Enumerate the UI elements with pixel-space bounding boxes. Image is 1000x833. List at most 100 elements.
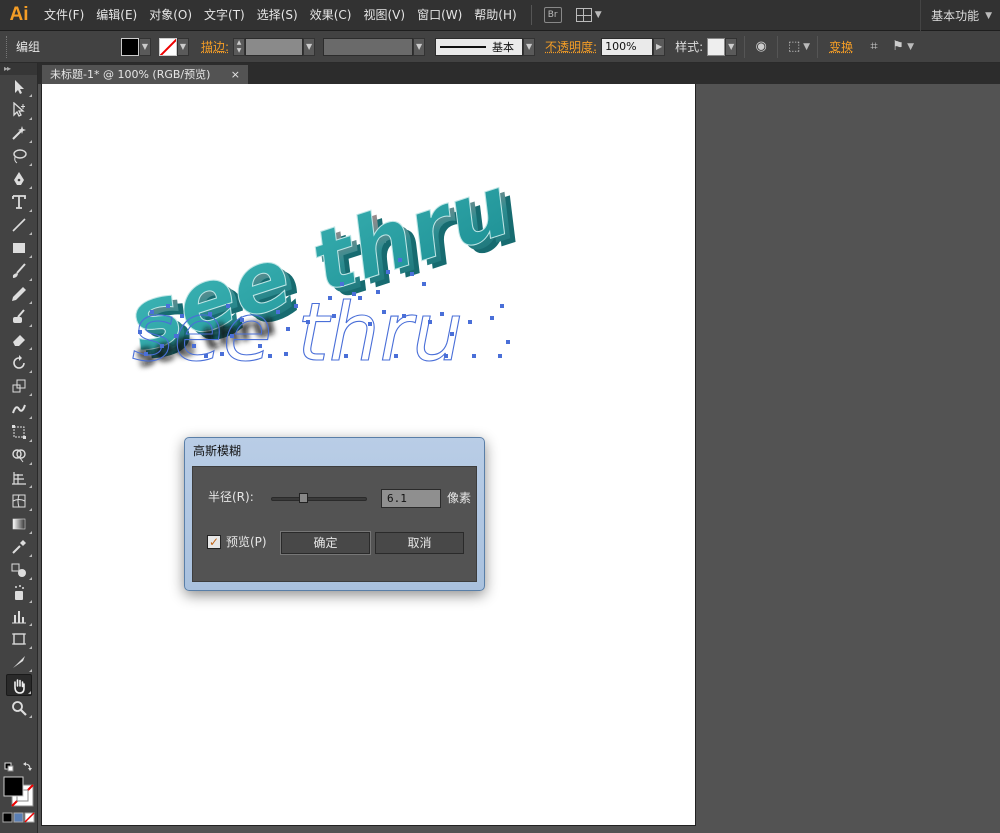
anchor-point[interactable] [226, 304, 230, 308]
anchor-point[interactable] [440, 312, 444, 316]
anchor-point[interactable] [472, 354, 476, 358]
eyedropper-icon[interactable] [6, 536, 32, 558]
mesh-icon[interactable] [6, 490, 32, 512]
fill-swatch[interactable] [121, 37, 139, 56]
align-to-icon[interactable]: ⬚ [785, 38, 803, 56]
color-mode-icon[interactable] [2, 812, 13, 823]
anchor-point[interactable] [410, 272, 414, 276]
anchor-point[interactable] [276, 310, 280, 314]
lasso-icon[interactable] [6, 145, 32, 167]
anchor-point[interactable] [394, 354, 398, 358]
perspective-grid-icon[interactable] [6, 467, 32, 489]
anchor-point[interactable] [160, 344, 164, 348]
anchor-point[interactable] [340, 282, 344, 286]
anchor-point[interactable] [174, 334, 178, 338]
pen-icon[interactable] [6, 168, 32, 190]
anchor-point[interactable] [306, 320, 310, 324]
menu-edit[interactable]: 编辑(E) [90, 0, 143, 31]
radius-slider-thumb[interactable] [298, 493, 308, 503]
arrange-documents-button[interactable]: ▼ [575, 8, 602, 22]
anchor-point[interactable] [328, 296, 332, 300]
canvas-area[interactable]: see thru see thru see thru see thru see … [38, 84, 1000, 833]
scale-icon[interactable] [6, 375, 32, 397]
warp-icon[interactable] [6, 398, 32, 420]
panel-grip[interactable] [6, 35, 10, 58]
anchor-point[interactable] [376, 290, 380, 294]
anchor-point[interactable] [240, 318, 244, 322]
shape-builder-icon[interactable] [6, 444, 32, 466]
menu-type[interactable]: 文字(T) [198, 0, 251, 31]
stroke-swatch[interactable] [159, 37, 177, 56]
preview-checkbox[interactable]: ✓ [207, 535, 221, 549]
symbol-sprayer-icon[interactable] [6, 582, 32, 604]
tools-panel-collapse[interactable]: ▸▸ [0, 63, 37, 75]
blob-brush-icon[interactable] [6, 306, 32, 328]
selection-icon[interactable] [6, 76, 32, 98]
free-transform-icon[interactable] [6, 421, 32, 443]
zoom-icon[interactable] [6, 697, 32, 719]
anchor-point[interactable] [294, 304, 298, 308]
document-setup-icon[interactable]: ⚑ [889, 38, 907, 56]
anchor-point[interactable] [138, 330, 142, 334]
graphic-style-dropdown[interactable]: ▼ [725, 37, 738, 56]
chevron-down-icon[interactable]: ▼ [803, 42, 810, 52]
anchor-point[interactable] [286, 327, 290, 331]
menu-effect[interactable]: 效果(C) [304, 0, 358, 31]
menu-window[interactable]: 窗口(W) [411, 0, 468, 31]
anchor-point[interactable] [268, 354, 272, 358]
variable-width-profile[interactable] [323, 37, 414, 56]
paintbrush-icon[interactable] [6, 260, 32, 282]
stroke-weight-stepper[interactable]: ▲ ▼ [233, 37, 246, 56]
transform-link[interactable]: 变换 [825, 38, 857, 55]
hand-icon[interactable] [6, 674, 32, 696]
chevron-down-icon[interactable]: ▼ [907, 42, 914, 52]
anchor-point[interactable] [220, 352, 224, 356]
anchor-point[interactable] [208, 312, 212, 316]
anchor-point[interactable] [204, 354, 208, 358]
recolor-artwork-icon[interactable]: ◉ [752, 38, 770, 56]
isolate-group-icon[interactable]: ⌗ [865, 38, 883, 56]
rectangle-icon[interactable] [6, 237, 32, 259]
direct-selection-icon[interactable] [6, 99, 32, 121]
anchor-point[interactable] [386, 270, 390, 274]
preview-label[interactable]: 预览(P) [226, 533, 267, 550]
ok-button[interactable]: 确定 [281, 532, 370, 554]
anchor-point[interactable] [284, 352, 288, 356]
magic-wand-icon[interactable] [6, 122, 32, 144]
anchor-point[interactable] [450, 332, 454, 336]
type-icon[interactable] [6, 191, 32, 213]
gradient-icon[interactable] [6, 513, 32, 535]
stroke-weight-dropdown[interactable]: ▼ [303, 37, 316, 56]
slice-icon[interactable] [6, 651, 32, 673]
menu-object[interactable]: 对象(O) [143, 0, 198, 31]
anchor-point[interactable] [192, 344, 196, 348]
anchor-point[interactable] [230, 334, 234, 338]
opacity-link[interactable]: 不透明度: [541, 38, 601, 55]
gradient-mode-icon[interactable] [13, 812, 24, 823]
anchor-point[interactable] [166, 304, 170, 308]
brush-dropdown[interactable]: ▼ [523, 37, 536, 56]
fill-color-icon[interactable] [3, 776, 24, 797]
anchor-point[interactable] [444, 354, 448, 358]
anchor-point[interactable] [258, 344, 262, 348]
menu-select[interactable]: 选择(S) [251, 0, 304, 31]
anchor-point[interactable] [500, 304, 504, 308]
stroke-link[interactable]: 描边: [197, 38, 233, 55]
anchor-point[interactable] [398, 258, 402, 262]
bridge-button[interactable]: Br [543, 7, 562, 23]
radius-input[interactable]: 6.1 [381, 489, 441, 508]
rotate-icon[interactable] [6, 352, 32, 374]
swap-colors-icon[interactable] [23, 762, 32, 771]
anchor-point[interactable] [144, 352, 148, 356]
radius-slider[interactable] [271, 493, 367, 503]
anchor-point[interactable] [428, 320, 432, 324]
anchor-point[interactable] [506, 340, 510, 344]
anchor-point[interactable] [490, 316, 494, 320]
anchor-point[interactable] [422, 282, 426, 286]
opacity-input[interactable]: 100% [601, 37, 654, 56]
default-colors-icon[interactable] [4, 762, 14, 772]
line-icon[interactable] [6, 214, 32, 236]
anchor-point[interactable] [468, 320, 472, 324]
anchor-point[interactable] [150, 310, 154, 314]
dialog-title[interactable]: 高斯模糊 [189, 442, 480, 466]
